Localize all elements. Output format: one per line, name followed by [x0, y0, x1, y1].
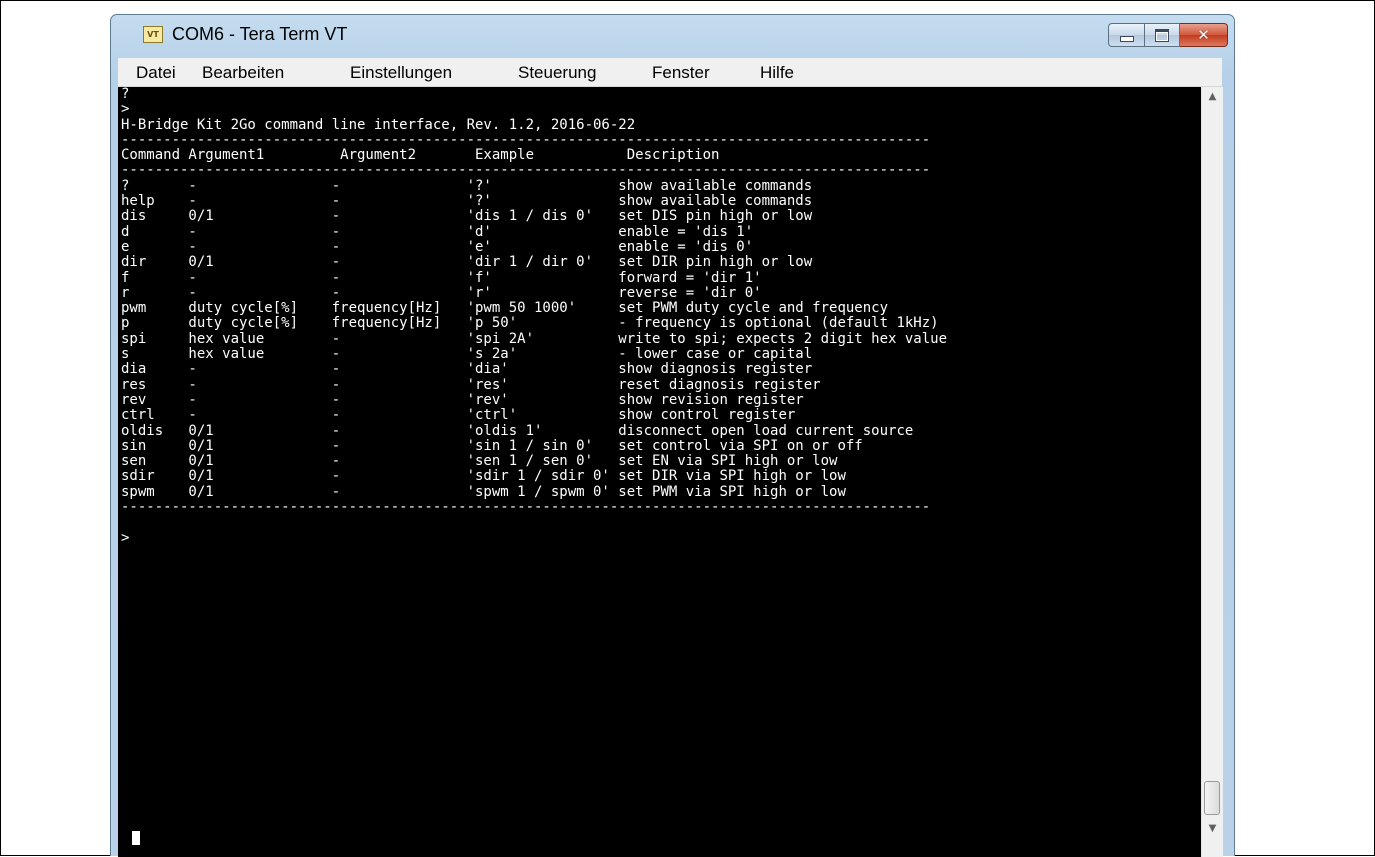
terminal-line: dir 0/1 - 'dir 1 / dir 0' set DIR pin hi… [121, 254, 813, 271]
terminal-line: ----------------------------------------… [121, 162, 931, 179]
terminal-line: spwm 0/1 - 'spwm 1 / spwm 0' set PWM via… [121, 483, 846, 500]
terminal-line: sen 0/1 - 'sen 1 / sen 0' set EN via SPI… [121, 453, 838, 470]
terminal-line: d - - 'd' enable = 'dis 1' [121, 223, 754, 240]
terminal-line: ? [121, 87, 130, 102]
terminal-line: pwm duty cycle[%] frequency[Hz] 'pwm 50 … [121, 300, 889, 317]
vertical-scrollbar[interactable]: ▲ ▼ [1201, 87, 1223, 857]
terminal-line: ? - - '?' show available commands [121, 177, 813, 194]
terminal-line: help - - '?' show available commands [121, 193, 813, 210]
close-button[interactable]: ✕ [1180, 23, 1228, 47]
terminal-line: spi hex value - 'spi 2A' write to spi; e… [121, 330, 948, 347]
terminal-line: > [121, 529, 130, 546]
scroll-thumb[interactable] [1204, 781, 1220, 815]
terminal-line: p duty cycle[%] frequency[Hz] 'p 50' - f… [121, 315, 939, 332]
menu-einstellungen[interactable]: Einstellungen [350, 63, 452, 83]
terminal-line: sdir 0/1 - 'sdir 1 / sdir 0' set DIR via… [121, 468, 846, 485]
terminal-line: f - - 'f' forward = 'dir 1' [121, 269, 762, 286]
terminal-line: ctrl - - 'ctrl' show control register [121, 407, 796, 424]
title-bar[interactable]: VT COM6 - Tera Term VT ✕ [111, 15, 1234, 57]
maximize-button[interactable] [1144, 23, 1180, 47]
maximize-icon [1155, 28, 1169, 42]
terminal-line: ----------------------------------------… [121, 499, 931, 516]
tera-term-window: VT COM6 - Tera Term VT ✕ Datei Bearbeite… [110, 14, 1235, 857]
terminal-line: Command Argument1 Argument2 Example Desc… [121, 147, 720, 164]
terminal-line: dis 0/1 - 'dis 1 / dis 0' set DIS pin hi… [121, 208, 813, 225]
terminal-screen[interactable]: ? > H-Bridge Kit 2Go command line interfac… [118, 87, 1201, 857]
menu-hilfe[interactable]: Hilfe [760, 63, 794, 83]
terminal-line: H-Bridge Kit 2Go command line interface,… [121, 116, 636, 133]
menu-datei[interactable]: Datei [136, 63, 176, 83]
close-icon: ✕ [1197, 26, 1210, 44]
terminal-line: oldis 0/1 - 'oldis 1' disconnect open lo… [121, 422, 914, 439]
window-controls: ✕ [1108, 23, 1228, 49]
terminal-line: ----------------------------------------… [121, 131, 931, 148]
terminal-line: sin 0/1 - 'sin 1 / sin 0' set control vi… [121, 437, 863, 454]
terminal-line: s hex value - 's 2a' - lower case or cap… [121, 346, 813, 363]
terminal-cursor [132, 831, 140, 845]
menu-fenster[interactable]: Fenster [652, 63, 710, 83]
minimize-button[interactable] [1108, 23, 1144, 47]
terminal-output: ? > H-Bridge Kit 2Go command line interfac… [121, 87, 947, 546]
scroll-up-arrow-icon[interactable]: ▲ [1202, 87, 1223, 107]
window-title: COM6 - Tera Term VT [172, 24, 348, 44]
terminal-line: res - - 'res' reset diagnosis register [121, 376, 821, 393]
menu-bar: Datei Bearbeiten Einstellungen Steuerung… [118, 58, 1222, 87]
terminal-line: e - - 'e' enable = 'dis 0' [121, 238, 754, 255]
minimize-icon [1119, 36, 1134, 42]
menu-steuerung[interactable]: Steuerung [518, 63, 596, 83]
scroll-down-arrow-icon[interactable]: ▼ [1202, 819, 1223, 839]
terminal-line: dia - - 'dia' show diagnosis register [121, 361, 813, 378]
terminal-line: rev - - 'rev' show revision register [121, 391, 804, 408]
terminal-line: r - - 'r' reverse = 'dir 0' [121, 284, 762, 301]
tera-term-app-icon[interactable]: VT [143, 26, 163, 43]
menu-bearbeiten[interactable]: Bearbeiten [202, 63, 284, 83]
terminal-line: > [121, 101, 130, 118]
